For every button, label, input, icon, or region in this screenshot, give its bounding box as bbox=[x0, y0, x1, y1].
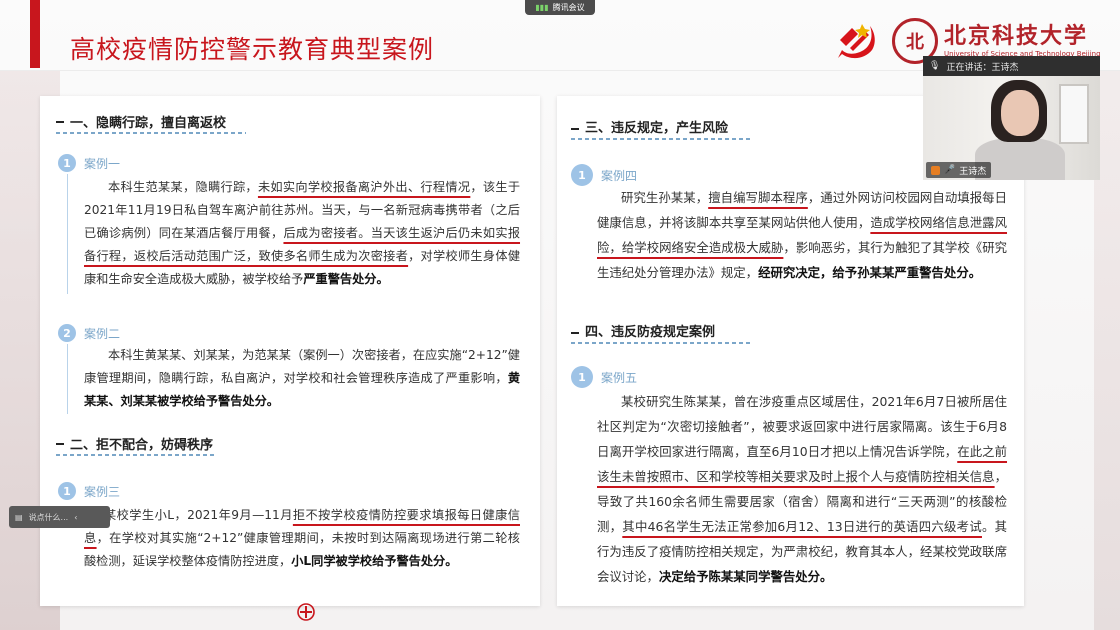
signal-icon: ▮▮▮ bbox=[535, 3, 549, 12]
case4-paragraph: 研究生孙某某，擅自编写脚本程序，通过外网访问校园网自动填报每日健康信息，并将该脚… bbox=[597, 185, 1007, 285]
penalty-text: 经研究决定，给予孙某某严重警告处分。 bbox=[758, 265, 982, 280]
section-heading-4: 四、违反防疫规定案例 bbox=[585, 325, 716, 340]
case1-paragraph: 本科生范某某，隐瞒行踪，未如实向学校报备离沪外出、行程情况，该生于2021年11… bbox=[84, 176, 520, 291]
meeting-app-label: 腾讯会议 bbox=[552, 3, 585, 12]
section-marker bbox=[56, 121, 64, 123]
chat-placeholder: 说点什么... bbox=[28, 512, 69, 522]
text-run: 研究生孙某某， bbox=[621, 190, 709, 205]
speaking-indicator-bar: 🎙 正在讲话：王诗杰 bbox=[923, 56, 1100, 76]
participant-name-tag: 🎤 王诗杰 bbox=[926, 162, 992, 178]
section-underline bbox=[56, 454, 216, 456]
case-label-4: 1 案例四 bbox=[571, 164, 637, 186]
case-label-5: 1 案例五 bbox=[571, 366, 637, 388]
case-label-text: 案例五 bbox=[601, 370, 638, 385]
collapse-icon[interactable]: ‹ bbox=[74, 513, 77, 522]
participant-video-window[interactable]: 🎙 正在讲话：王诗杰 🎤 王诗杰 bbox=[923, 56, 1100, 180]
chat-icon: ▤ bbox=[15, 512, 23, 522]
text-run: 本科生范某某，隐瞒行踪， bbox=[108, 180, 258, 194]
case-label-text: 案例二 bbox=[84, 326, 121, 341]
case-number-badge: 1 bbox=[571, 366, 593, 388]
text-run: 某校研究生陈某某，曾在涉疫重点区域居住，2021年6月7日被所居住社区判定为“次… bbox=[597, 394, 1007, 459]
case2-paragraph: 本科生黄某某、刘某某，为范某某（案例一）次密接者，在应实施“2+12”健康管理期… bbox=[84, 344, 520, 413]
case-label-2: 2 案例二 bbox=[58, 324, 120, 342]
case5-paragraph: 某校研究生陈某某，曾在涉疫重点区域居住，2021年6月7日被所居住社区判定为“次… bbox=[597, 389, 1007, 589]
section-underline bbox=[571, 342, 751, 344]
case-label-text: 案例四 bbox=[601, 168, 638, 183]
party-emblem-icon bbox=[838, 24, 875, 59]
case-number-badge: 1 bbox=[58, 154, 76, 172]
highlighted-text: 其中46名学生无法正常参加6月12、13日进行的英语四六级考试 bbox=[622, 519, 982, 534]
mic-small-icon: 🎤 bbox=[944, 165, 956, 175]
case-label-text: 案例一 bbox=[84, 156, 121, 171]
text-run: 某校学生小L，2021年9月—11月 bbox=[104, 508, 293, 522]
title-accent-bar bbox=[30, 0, 40, 68]
participant-name: 王诗杰 bbox=[959, 166, 987, 177]
penalty-text: 严重警告处分。 bbox=[303, 272, 389, 286]
meeting-app-tab[interactable]: ▮▮▮ 腾讯会议 bbox=[525, 0, 595, 15]
slide-title: 高校疫情防控警示教育典型案例 bbox=[70, 35, 435, 64]
section-marker bbox=[56, 443, 64, 445]
case-number-badge: 1 bbox=[571, 164, 593, 186]
university-seal-char: 北 bbox=[906, 32, 924, 53]
footer-logo-icon bbox=[297, 603, 315, 621]
speaking-label: 正在讲话：王诗杰 bbox=[946, 62, 1019, 73]
left-content-panel: 一、隐瞒行踪，擅自离返校 1 案例一 本科生范某某，隐瞒行踪，未如实向学校报备离… bbox=[40, 96, 540, 606]
section-heading-2: 二、拒不配合，妨碍秩序 bbox=[70, 438, 214, 453]
section-underline bbox=[571, 138, 751, 140]
section-marker bbox=[571, 332, 579, 334]
highlighted-text: 未如实向学校报备离沪外出、行程情况 bbox=[257, 180, 471, 194]
case-label-text: 案例三 bbox=[84, 484, 121, 499]
case-timeline bbox=[67, 174, 68, 294]
text-run: 本科生黄某某、刘某某，为范某某（案例一）次密接者，在应实施“2+12”健康管理期… bbox=[84, 348, 520, 385]
user-icon bbox=[931, 165, 940, 175]
penalty-text: 小L同学被学校给予警告处分。 bbox=[291, 554, 458, 568]
section-heading-1: 一、隐瞒行踪，擅自离返校 bbox=[70, 116, 227, 131]
section-heading-3: 三、违反规定，产生风险 bbox=[585, 121, 729, 136]
camera-feed: 🎤 王诗杰 bbox=[923, 76, 1100, 180]
university-name-cn: 北京科技大学 bbox=[944, 23, 1089, 49]
person-face bbox=[1001, 90, 1039, 136]
case3-paragraph: 某校学生小L，2021年9月—11月拒不按学校疫情防控要求填报每日健康信息，在学… bbox=[84, 504, 520, 573]
chat-input-bubble[interactable]: ▤ 说点什么... ‹ bbox=[9, 506, 110, 528]
case-label-1: 1 案例一 bbox=[58, 154, 120, 172]
penalty-text: 决定给予陈某某同学警告处分。 bbox=[658, 569, 833, 584]
background-window bbox=[1059, 84, 1089, 144]
case-number-badge: 2 bbox=[58, 324, 76, 342]
case-timeline bbox=[67, 344, 68, 414]
highlighted-text: 擅自编写脚本程序 bbox=[708, 190, 808, 205]
case-label-3: 1 案例三 bbox=[58, 482, 120, 500]
section-marker bbox=[571, 128, 579, 130]
microphone-icon: 🎙 bbox=[929, 61, 941, 71]
section-underline bbox=[56, 132, 246, 134]
case-number-badge: 1 bbox=[58, 482, 76, 500]
